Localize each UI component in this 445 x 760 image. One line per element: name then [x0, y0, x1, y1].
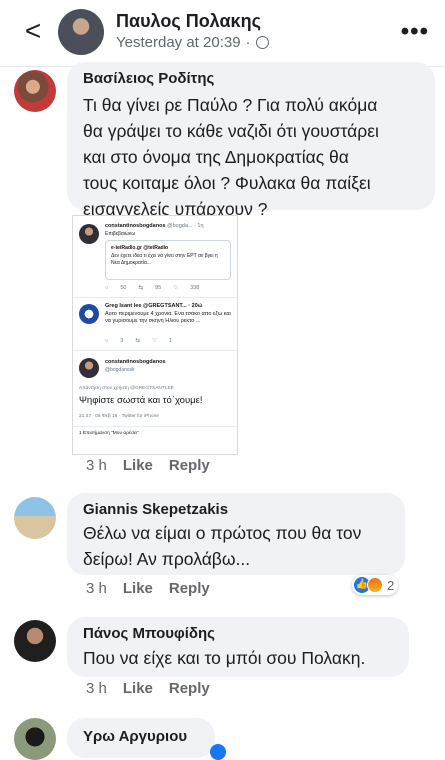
- tweet-like-summary: 1 Επισήμανση "Μου αρέσει": [79, 431, 139, 436]
- author-name[interactable]: Παυλος Πολακης: [116, 11, 261, 32]
- post-time[interactable]: Yesterday at 20:39: [116, 34, 241, 51]
- reply-button[interactable]: Reply: [169, 457, 210, 474]
- like-button[interactable]: Like: [123, 457, 153, 474]
- tweet-author: Greg Isant lee @GREGTSANT... · 20ώ: [105, 303, 203, 309]
- reaction-summary[interactable]: 👍 2: [352, 575, 399, 595]
- reaction-count: 2: [387, 577, 395, 593]
- commenter-name[interactable]: Υρω Αργυριου: [83, 728, 187, 745]
- post-header: < Παυλος Πολακης Yesterday at 20:39 · ••…: [0, 0, 445, 67]
- commenter-name[interactable]: Giannis Skepetzakis: [83, 501, 228, 518]
- comment-actions: 3 h Like Reply: [86, 580, 210, 597]
- like-button[interactable]: Like: [123, 680, 153, 697]
- tweet-text: Επιβεβαιώνω: [105, 231, 136, 237]
- tweet-avatar: [79, 224, 99, 244]
- reply-icon: ○: [105, 285, 109, 291]
- commenter-avatar[interactable]: [14, 718, 56, 760]
- comment-text: Που να είχε και το μπόι σου Πολακη.: [83, 645, 365, 671]
- comment-bubble[interactable]: Πάνος Μπουφίδης Που να είχε και το μπόι …: [67, 617, 409, 677]
- quoted-tweet: e-tetRadio.gr @tetRadio Δεν έχετε ιδέα τ…: [105, 240, 231, 280]
- quoted-author: e-tetRadio.gr @tetRadio: [111, 245, 169, 251]
- reply-count: 50: [120, 285, 127, 291]
- comment-text: Τι θα γίνει ρε Παύλο ? Για πολύ ακόμα θα…: [83, 92, 379, 222]
- tweet-divider: [73, 297, 237, 298]
- heart-icon: ♡: [173, 285, 179, 291]
- comment-text: Θέλω να είμαι ο πρώτος που θα τον δείρω!…: [83, 520, 361, 572]
- tweet-handle: @bogda... · 1η: [167, 223, 204, 229]
- tweet-author-name: constantinosbogdanos: [105, 223, 166, 229]
- tweet-actions: ○ 3 ⇆ ♡ 1: [105, 338, 172, 344]
- tweet-author: constantinosbogdanos @bogda... · 1η: [105, 223, 204, 229]
- retweet-icon: ⇆: [135, 338, 140, 344]
- tweet-main-text: Ψηφίστε σωστά και τό΄χουμε!: [79, 395, 203, 406]
- heart-icon: ♡: [152, 338, 157, 344]
- comment-actions: 3 h Like Reply: [86, 680, 210, 697]
- tweet-reply-to: Απάντηση στον χρήστη @GREGTSANTLEE: [79, 386, 174, 391]
- angry-reaction-icon: [367, 577, 383, 593]
- comment-line: Θέλω να είμαι ο πρώτος που θα τον: [83, 523, 362, 543]
- reply-button[interactable]: Reply: [169, 680, 210, 697]
- like-button[interactable]: Like: [123, 580, 153, 597]
- tweet-avatar: [79, 358, 99, 378]
- globe-icon: [255, 36, 269, 49]
- reply-icon: ○: [105, 338, 109, 344]
- more-options-icon[interactable]: •••: [401, 18, 429, 46]
- tweet-divider: [73, 426, 237, 427]
- commenter-avatar[interactable]: [14, 497, 56, 539]
- comment-time[interactable]: 3 h: [86, 680, 107, 697]
- comment-bubble[interactable]: Βασίλειος Ροδίτης Τι θα γίνει ρε Παύλο ?…: [67, 62, 435, 219]
- author-avatar[interactable]: [58, 9, 104, 55]
- comment-bubble[interactable]: Giannis Skepetzakis Θέλω να είμαι ο πρώτ…: [67, 493, 405, 575]
- comment-line: Τι θα γίνει ρε Παύλο ? Για πολύ ακόμα: [83, 95, 378, 115]
- reply-button[interactable]: Reply: [169, 580, 210, 597]
- retweet-count: 95: [155, 285, 162, 291]
- like-count: 1: [168, 338, 172, 344]
- attached-tweet-screenshot[interactable]: constantinosbogdanos @bogda... · 1η Επιβ…: [72, 215, 238, 455]
- tweet-text: Αυτο περιμενουμε 4 χρονια. Ενα τσακο απο…: [105, 311, 231, 324]
- comment-line: Που να είχε και το μπόι σου Πολακη.: [83, 648, 366, 668]
- back-arrow-icon[interactable]: <: [18, 16, 48, 46]
- commenter-avatar[interactable]: [14, 620, 56, 662]
- tweet-divider: [73, 350, 237, 351]
- meta-separator: ·: [245, 34, 251, 51]
- tweet-actions: ○ 50 ⇆ 95 ♡ 338: [105, 285, 199, 291]
- comment-line: και στο όνομα της Δημοκρατίας θα: [83, 147, 349, 167]
- quoted-text: Δεν έχετε ιδέα τι έχει να γίνει στην ΕΡΤ…: [111, 253, 218, 266]
- commenter-name[interactable]: Βασίλειος Ροδίτης: [83, 70, 214, 87]
- tweet-avatar: [79, 304, 99, 324]
- comment-line: τους κοιταμε όλοι ? Φυλακα θα παίξει: [83, 173, 371, 193]
- comment-actions: 3 h Like Reply: [86, 457, 210, 474]
- retweet-icon: ⇆: [138, 285, 144, 291]
- comment-line: δείρω! Αν προλάβω...: [83, 549, 251, 569]
- tweet-handle: @bogdanosk: [105, 367, 135, 373]
- comment-time[interactable]: 3 h: [86, 580, 107, 597]
- comment-bubble[interactable]: Υρω Αργυριου: [67, 718, 215, 758]
- comment-line: θα γράψει το κάθε ναζιδι ότι γουστάρει: [83, 121, 379, 141]
- reply-count: 3: [120, 338, 124, 344]
- commenter-name[interactable]: Πάνος Μπουφίδης: [83, 625, 215, 642]
- tweet-timestamp: 21:47 · 06 Φεβ 19 · Twitter for iPhone: [79, 414, 159, 419]
- tweet-author-name: constantinosbogdanos: [105, 359, 166, 365]
- post-meta: Yesterday at 20:39 ·: [116, 34, 269, 51]
- commenter-avatar[interactable]: [14, 70, 56, 112]
- like-count: 338: [190, 285, 200, 291]
- comment-time[interactable]: 3 h: [86, 457, 107, 474]
- like-reaction-icon: [210, 744, 226, 760]
